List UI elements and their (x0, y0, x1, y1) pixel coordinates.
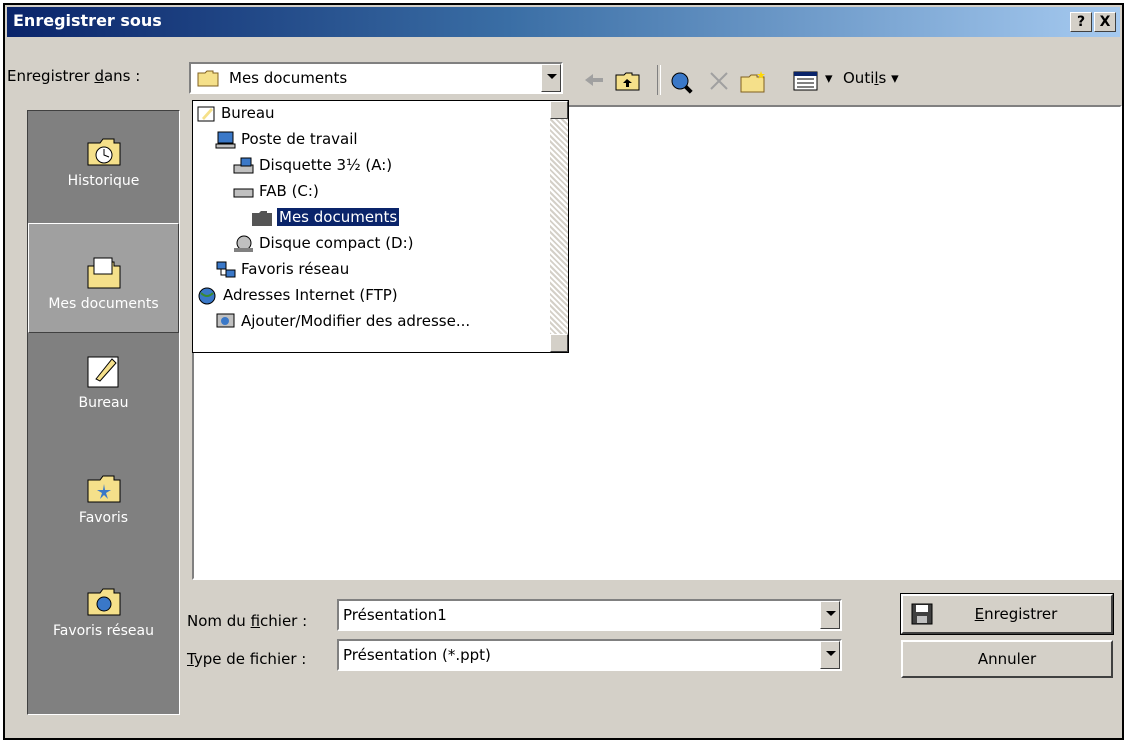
help-button[interactable]: ? (1070, 12, 1092, 32)
folder-icon (252, 210, 272, 226)
save-button[interactable]: Enregistrer (900, 593, 1114, 635)
floppy-disk-icon (911, 603, 933, 625)
ftp-icon (216, 313, 235, 327)
cdrom-icon (234, 235, 253, 252)
drive-icon (233, 188, 254, 197)
network-icon (216, 261, 236, 277)
history-icon (87, 138, 120, 166)
scroll-down-button[interactable] (550, 334, 568, 352)
my-documents-icon (87, 257, 120, 289)
filename-dropdown-button[interactable] (820, 601, 840, 629)
back-arrow-icon[interactable] (583, 70, 605, 90)
desktop-icon (197, 106, 215, 121)
dropdown-item-cdrom[interactable]: Disque compact (D:) (233, 232, 414, 254)
save-in-label: Enregistrer dans : (7, 67, 141, 85)
place-network-favorites[interactable]: Favoris réseau (28, 579, 179, 669)
new-folder-icon[interactable] (740, 70, 768, 94)
desktop-icon (87, 356, 118, 388)
cancel-button[interactable]: Annuler (901, 640, 1113, 678)
dialog-title: Enregistrer sous (13, 11, 162, 30)
tools-menu[interactable]: Outils ▾ (843, 69, 899, 87)
filename-field[interactable]: Présentation1 (337, 599, 842, 631)
place-label: Favoris (78, 510, 129, 526)
filetype-combo[interactable]: Présentation (*.ppt) (337, 639, 842, 671)
network-favorites-icon (87, 588, 120, 616)
place-favorites[interactable]: Favoris (28, 466, 179, 556)
dropdown-item-ftp[interactable]: Adresses Internet (FTP) (197, 284, 398, 306)
place-history[interactable]: Historique (28, 129, 179, 219)
folder-icon (197, 70, 219, 87)
dropdown-item-my-documents[interactable]: Mes documents (251, 206, 401, 228)
place-label: Historique (67, 173, 140, 189)
place-label: Bureau (78, 395, 129, 411)
dropdown-item-floppy[interactable]: Disquette 3½ (A:) (233, 154, 392, 176)
place-my-documents[interactable]: Mes documents (28, 223, 179, 333)
title-bar: Enregistrer sous ? X (7, 7, 1120, 37)
floppy-icon (233, 157, 254, 173)
save-in-dropdown-list: Bureau Poste de travail Disquette 3½ (A:… (192, 100, 569, 353)
places-bar: Historique Mes documents Bureau Favoris … (27, 110, 180, 715)
save-in-combo[interactable]: Mes documents (189, 62, 563, 94)
place-label: Favoris réseau (52, 623, 154, 639)
filename-label: Nom du fichier : (187, 612, 308, 630)
save-in-dropdown-button[interactable] (541, 64, 561, 92)
dropdown-item-network[interactable]: Favoris réseau (215, 258, 349, 280)
delete-icon[interactable] (708, 70, 730, 92)
globe-icon (198, 287, 216, 304)
save-as-dialog: Enregistrer sous ? X Enregistrer dans : … (3, 3, 1124, 740)
views-dropdown-arrow[interactable]: ▾ (825, 69, 833, 87)
search-web-icon[interactable] (669, 70, 695, 94)
filename-value: Présentation1 (343, 606, 447, 624)
dropdown-item-desktop[interactable]: Bureau (197, 102, 275, 124)
filetype-dropdown-button[interactable] (820, 641, 840, 669)
scroll-up-button[interactable] (550, 101, 568, 119)
close-button[interactable]: X (1094, 12, 1116, 32)
favorites-icon (87, 475, 120, 503)
views-icon[interactable] (793, 70, 819, 92)
computer-icon (215, 131, 236, 148)
filetype-label: Type de fichier : (187, 650, 307, 668)
save-in-value: Mes documents (229, 69, 348, 87)
dropdown-item-add-ftp[interactable]: Ajouter/Modifier des adresse... (215, 310, 470, 332)
dropdown-scrollbar[interactable] (550, 101, 568, 352)
filetype-value: Présentation (*.ppt) (343, 646, 491, 664)
place-desktop[interactable]: Bureau (28, 351, 179, 441)
dropdown-item-drive-c[interactable]: FAB (C:) (233, 180, 319, 202)
up-folder-icon[interactable] (615, 70, 641, 92)
dropdown-item-my-computer[interactable]: Poste de travail (215, 128, 358, 150)
place-label: Mes documents (48, 296, 159, 312)
